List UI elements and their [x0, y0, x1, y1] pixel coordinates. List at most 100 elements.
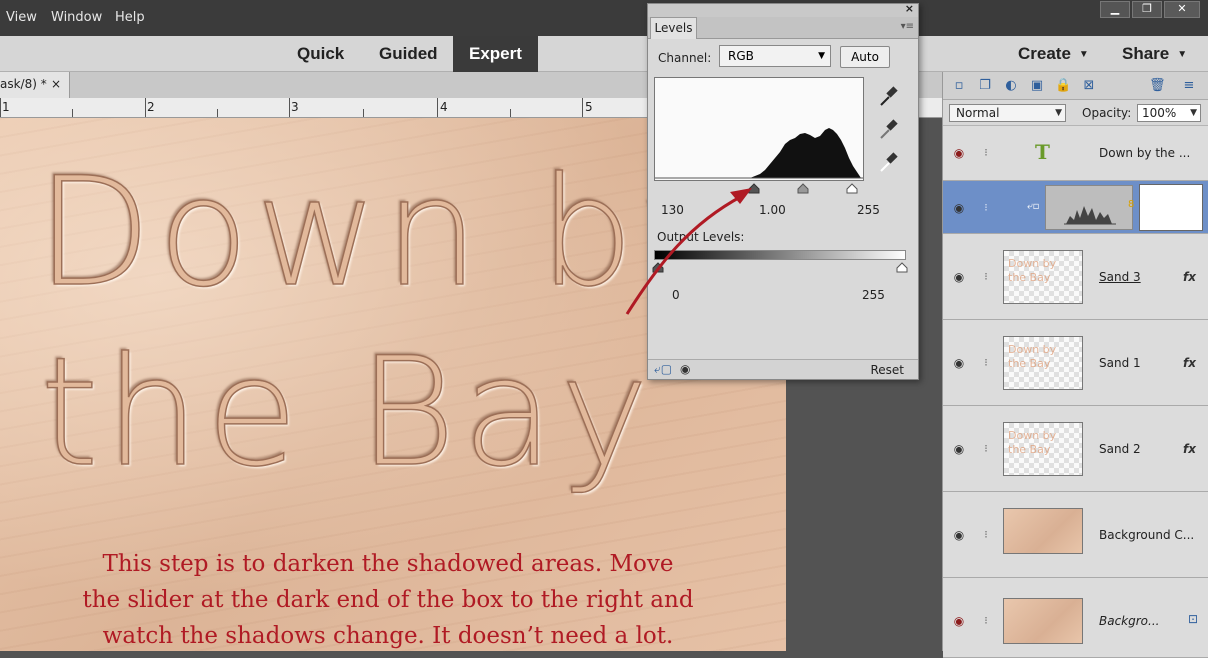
output-black-value[interactable]: 0	[672, 288, 680, 302]
adjustment-layer-icon[interactable]: ◐	[1003, 78, 1019, 94]
panel-menu-icon[interactable]: ▾≡	[901, 21, 914, 32]
clip-to-layer-icon[interactable]: ⤶▢	[654, 362, 672, 377]
visibility-icon[interactable]: ◉	[951, 528, 967, 542]
close-tab-icon[interactable]: ×	[51, 72, 61, 96]
white-point-slider	[846, 183, 858, 194]
panel-menu-icon[interactable]: ≡	[1181, 78, 1197, 94]
mode-expert[interactable]: Expert	[453, 36, 538, 72]
link-icon[interactable]: ⁝	[981, 356, 991, 370]
ruler-tick	[510, 109, 511, 117]
lock-all-icon[interactable]: 🔒	[1055, 78, 1071, 94]
layer-mask-icon[interactable]: ▣	[1029, 78, 1045, 94]
blend-row: Normal ▼ Opacity: 100% ▼	[943, 100, 1208, 126]
mode-quick[interactable]: Quick	[297, 36, 344, 72]
menu-help[interactable]: Help	[115, 10, 145, 25]
menu-window[interactable]: Window	[51, 10, 102, 25]
input-white-value[interactable]: 255	[857, 203, 880, 217]
layer-thumbnail: Down by the Bay	[1003, 422, 1083, 476]
layer-name: Sand 2	[1099, 442, 1141, 456]
layer-mask-thumbnail[interactable]	[1139, 184, 1203, 231]
caption-line: This step is to darken the shadowed area…	[102, 551, 674, 577]
minimize-button[interactable]: ▁	[1100, 1, 1130, 18]
menu-bar: View Window Help ▁ ❐ ✕	[0, 0, 1208, 36]
layer-name: Sand 1	[1099, 356, 1141, 370]
link-icon[interactable]: ⁝	[981, 614, 991, 628]
output-white-value[interactable]: 255	[862, 288, 885, 302]
output-slider-track	[652, 262, 908, 273]
layer-thumbnail: Down by the Bay	[1003, 250, 1083, 304]
close-window-button[interactable]: ✕	[1164, 1, 1200, 18]
histogram-icon	[1064, 206, 1116, 225]
visibility-icon[interactable]: ◉	[680, 362, 690, 376]
gamma-slider	[797, 183, 809, 194]
black-eyedropper-icon[interactable]	[878, 84, 898, 108]
visibility-icon[interactable]: ◉	[951, 356, 967, 370]
trash-icon[interactable]: 🗑	[1149, 78, 1166, 94]
levels-adjustment-thumbnail	[1045, 185, 1133, 230]
share-menu[interactable]: Share ▼	[1122, 36, 1187, 72]
white-eyedropper-icon[interactable]	[878, 150, 898, 174]
visibility-icon[interactable]: ◉	[951, 270, 967, 284]
layer-style-fx-icon[interactable]: fx	[1183, 270, 1196, 284]
opacity-label: Opacity:	[1082, 106, 1132, 120]
opacity-field[interactable]: 100% ▼	[1137, 104, 1201, 122]
layers-toolbar: ▫ ❐ ◐ ▣ 🔒 ⊠ 🗑 ≡	[943, 72, 1208, 100]
gray-eyedropper-icon[interactable]	[878, 117, 898, 141]
dialog-titlebar: ×	[648, 2, 918, 17]
levels-dialog: × Levels ▾≡ Channel: RGB ▼ Auto 130 1.00 …	[647, 2, 919, 380]
layer-row-sand-2[interactable]: ◉ ⁝ Down by the Bay Sand 2 fx	[943, 406, 1208, 492]
mode-guided[interactable]: Guided	[379, 36, 438, 72]
ruler-mark: 3	[291, 100, 299, 114]
ruler-tick	[0, 98, 1, 117]
blend-mode-value: Normal	[956, 106, 1000, 120]
chain-link-icon[interactable]: 8	[1128, 199, 1134, 210]
link-icon[interactable]: ⁝	[981, 528, 991, 542]
lock-transparency-icon[interactable]: ⊠	[1081, 78, 1097, 94]
channel-select[interactable]: RGB ▼	[719, 45, 831, 67]
layer-style-fx-icon[interactable]: fx	[1183, 442, 1196, 456]
link-icon[interactable]: ⁝	[981, 201, 991, 215]
sand-text-line2: the Bay	[39, 326, 655, 500]
link-icon[interactable]: ⁝	[981, 146, 991, 160]
ruler-mark: 4	[440, 100, 448, 114]
link-icon[interactable]: ⁝	[981, 270, 991, 284]
layer-name: Sand 3	[1099, 270, 1141, 284]
ruler-tick	[217, 109, 218, 117]
layer-style-fx-icon[interactable]: fx	[1183, 356, 1196, 370]
layer-row-levels-adjustment[interactable]: ◉ ⁝ ⤶▫ 8	[943, 181, 1208, 234]
new-layer-icon[interactable]: ▫	[951, 78, 967, 94]
create-menu[interactable]: Create ▼	[1018, 36, 1089, 72]
thumbnail-preview: Down by the Bay	[1008, 343, 1057, 370]
caption-line: watch the shadows change. It doesn’t nee…	[102, 623, 674, 649]
chevron-down-icon: ▼	[1190, 108, 1197, 118]
visibility-icon[interactable]: ◉	[951, 201, 967, 215]
ruler-mark: 5	[585, 100, 593, 114]
visibility-off-icon[interactable]: ◉	[951, 614, 967, 628]
channel-label: Channel:	[658, 51, 712, 65]
link-icon[interactable]: ⁝	[981, 442, 991, 456]
chevron-down-icon: ▼	[1055, 108, 1062, 118]
tab-levels[interactable]: Levels	[650, 17, 697, 39]
auto-button[interactable]: Auto	[840, 46, 890, 68]
chevron-down-icon: ▼	[818, 51, 825, 61]
visibility-icon[interactable]: ◉	[951, 442, 967, 456]
layer-name: Background C...	[1099, 528, 1195, 542]
blend-mode-select[interactable]: Normal ▼	[949, 104, 1066, 122]
reset-button[interactable]: Reset	[870, 363, 904, 377]
layer-row-sand-1[interactable]: ◉ ⁝ Down by the Bay Sand 1 fx	[943, 320, 1208, 406]
document-tab[interactable]: ask/8) * ×	[0, 72, 70, 98]
create-label: Create	[1018, 44, 1071, 63]
layer-thumbnail	[1003, 598, 1083, 644]
visibility-off-icon[interactable]: ◉	[951, 146, 967, 160]
input-black-value[interactable]: 130	[661, 203, 684, 217]
new-group-icon[interactable]: ❐	[977, 78, 993, 94]
restore-button[interactable]: ❐	[1132, 1, 1162, 18]
layer-row-background[interactable]: ◉ ⁝ Backgro... ⊡	[943, 578, 1208, 658]
output-levels-label: Output Levels:	[657, 230, 745, 244]
layer-row-text[interactable]: ◉ ⁝ T Down by the ...	[943, 126, 1208, 181]
layer-row-background-copy[interactable]: ◉ ⁝ Background C...	[943, 492, 1208, 578]
input-gamma-value[interactable]: 1.00	[759, 203, 786, 217]
menu-view[interactable]: View	[6, 10, 37, 25]
layer-row-sand-3[interactable]: ◉ ⁝ Down by the Bay Sand 3 fx	[943, 234, 1208, 320]
close-icon[interactable]: ×	[905, 2, 914, 15]
